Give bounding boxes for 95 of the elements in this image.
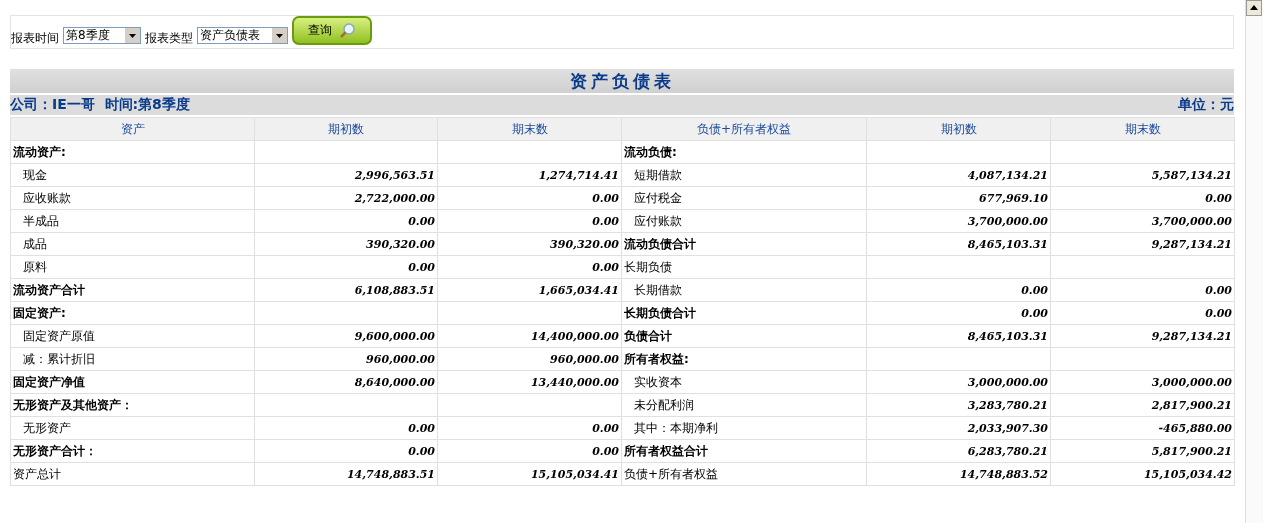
- table-cell: 2,033,907.30: [866, 416, 1051, 440]
- query-button[interactable]: 查询: [292, 16, 372, 45]
- table-cell: 9,287,134.21: [1050, 232, 1235, 256]
- table-cell: 资产总计: [10, 462, 255, 486]
- table-cell: 14,400,000.00: [437, 324, 622, 348]
- table-cell: 8,640,000.00: [254, 370, 438, 394]
- search-icon: [338, 21, 356, 40]
- table-cell: 流动资产合计: [10, 278, 255, 302]
- table-cell: 8,465,103.31: [866, 232, 1051, 256]
- table-cell: 0.00: [437, 209, 622, 233]
- table-cell: 半成品: [10, 209, 255, 233]
- column-header: 期初数: [254, 117, 438, 141]
- table-cell: 3,700,000.00: [866, 209, 1051, 233]
- table-cell: 5,817,900.21: [1050, 439, 1235, 463]
- table-cell: 固定资产:: [10, 301, 255, 325]
- table-cell: 2,722,000.00: [254, 186, 438, 210]
- table-cell: 实收资本: [621, 370, 867, 394]
- table-cell: 3,700,000.00: [1050, 209, 1235, 233]
- table-cell: 0.00: [437, 416, 622, 440]
- report-type-label: 报表类型: [145, 31, 193, 45]
- table-cell: 6,283,780.21: [866, 439, 1051, 463]
- table-cell: 2,996,563.51: [254, 163, 438, 187]
- table-cell: 13,440,000.00: [437, 370, 622, 394]
- table-cell: 长期借款: [621, 278, 867, 302]
- table-cell: 960,000.00: [437, 347, 622, 371]
- table-cell: 未分配利润: [621, 393, 867, 417]
- table-cell: 原料: [10, 255, 255, 279]
- table-cell: 0.00: [1050, 186, 1235, 210]
- table-cell: 负债合计: [621, 324, 867, 348]
- table-cell: 9,287,134.21: [1050, 324, 1235, 348]
- column-header: 期末数: [437, 117, 622, 141]
- table-cell: 0.00: [866, 278, 1051, 302]
- table-cell: 6,108,883.51: [254, 278, 438, 302]
- table-cell: 8,465,103.31: [866, 324, 1051, 348]
- table-cell: 3,000,000.00: [866, 370, 1051, 394]
- table-cell: 0.00: [437, 186, 622, 210]
- table-cell: 15,105,034.41: [437, 462, 622, 486]
- table-cell: 3,283,780.21: [866, 393, 1051, 417]
- table-cell: 应付税金: [621, 186, 867, 210]
- table-cell: 3,000,000.00: [1050, 370, 1235, 394]
- column-header: 资产: [10, 117, 255, 141]
- table-cell: 390,320.00: [437, 232, 622, 256]
- table-cell: 长期负债合计: [621, 301, 867, 325]
- unit-label: 单位：元: [1178, 96, 1234, 114]
- table-cell: 0.00: [866, 301, 1051, 325]
- column-header: 期初数: [866, 117, 1051, 141]
- table-cell: 无形资产及其他资产：: [10, 393, 255, 417]
- table-cell: 流动负债:: [621, 140, 867, 164]
- table-cell: 减：累计折旧: [10, 347, 255, 371]
- table-cell: 无形资产: [10, 416, 255, 440]
- table-cell: 5,587,134.21: [1050, 163, 1235, 187]
- table-cell: 0.00: [1050, 301, 1235, 325]
- table-cell: 所有者权益:: [621, 347, 867, 371]
- table-cell: 流动资产:: [10, 140, 255, 164]
- table-cell: 无形资产合计：: [10, 439, 255, 463]
- table-cell: 长期负债: [621, 255, 867, 279]
- table-cell: 固定资产净值: [10, 370, 255, 394]
- table-cell: 短期借款: [621, 163, 867, 187]
- table-cell: 负债+所有者权益: [621, 462, 867, 486]
- table-cell: 1,665,034.41: [437, 278, 622, 302]
- table-cell: 677,969.10: [866, 186, 1051, 210]
- table-cell: 9,600,000.00: [254, 324, 438, 348]
- table-cell: 其中：本期净利: [621, 416, 867, 440]
- report-time-select[interactable]: 第8季度: [63, 27, 141, 44]
- table-cell: 应付账款: [621, 209, 867, 233]
- table-cell: 14,748,883.51: [254, 462, 438, 486]
- column-header: 负债+所有者权益: [621, 117, 867, 141]
- table-cell: 0.00: [254, 439, 438, 463]
- table-cell: 390,320.00: [254, 232, 438, 256]
- table-cell: 14,748,883.52: [866, 462, 1051, 486]
- table-cell: 所有者权益合计: [621, 439, 867, 463]
- table-cell: 0.00: [437, 439, 622, 463]
- table-cell: 2,817,900.21: [1050, 393, 1235, 417]
- table-cell: 成品: [10, 232, 255, 256]
- table-cell: 0.00: [1050, 278, 1235, 302]
- column-header: 期末数: [1050, 117, 1235, 141]
- company-period: 公司：IE一哥 时间:第8季度: [10, 96, 190, 114]
- report-title: 资产负债表: [10, 69, 1234, 93]
- table-cell: 0.00: [254, 209, 438, 233]
- report-type-select[interactable]: 资产负债表: [197, 27, 288, 44]
- table-cell: 960,000.00: [254, 347, 438, 371]
- table-cell: 现金: [10, 163, 255, 187]
- table-cell: -465,880.00: [1050, 416, 1235, 440]
- table-cell: 4,087,134.21: [866, 163, 1051, 187]
- table-cell: 0.00: [254, 416, 438, 440]
- report-time-label: 报表时间: [11, 31, 59, 45]
- table-cell: 流动负债合计: [621, 232, 867, 256]
- table-cell: 0.00: [254, 255, 438, 279]
- table-cell: 1,274,714.41: [437, 163, 622, 187]
- table-cell: 0.00: [437, 255, 622, 279]
- table-cell: 固定资产原值: [10, 324, 255, 348]
- table-cell: 应收账款: [10, 186, 255, 210]
- scroll-up-icon[interactable]: [1246, 0, 1262, 16]
- scrollbar[interactable]: [1245, 0, 1263, 523]
- table-cell: 15,105,034.42: [1050, 462, 1235, 486]
